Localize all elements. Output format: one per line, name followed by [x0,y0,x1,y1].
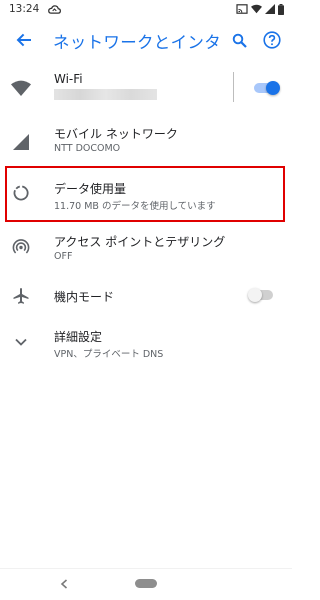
search-icon [232,33,247,48]
search-button[interactable] [227,28,251,52]
divider [233,72,234,102]
help-icon [263,31,281,49]
settings-item-title: Wi-Fi [54,72,83,86]
settings-item-subtitle: OFF [54,251,73,262]
wifi-network-name-redacted [54,89,157,100]
settings-item-title: アクセス ポイントとテザリング [54,235,226,249]
settings-item-advanced[interactable]: 詳細設定 VPN、プライベート DNS [0,318,292,368]
cast-icon [236,4,248,14]
signal-icon [10,131,32,153]
nav-back-icon [60,579,68,589]
status-bar: 13:24 [0,0,292,18]
settings-item-hotspot[interactable]: アクセス ポイントとテザリング OFF [0,222,292,272]
help-button[interactable] [260,28,284,52]
app-bar: ネットワークとインターネット [0,18,292,62]
wifi-icon [10,77,32,99]
settings-item-title: 機内モード [54,290,115,304]
settings-item-title: 詳細設定 [54,330,103,344]
highlight-box [5,166,285,222]
airplane-icon [10,285,32,307]
nav-back-button[interactable] [58,577,70,591]
back-button[interactable] [12,28,36,52]
hotspot-icon [10,236,32,258]
wifi-toggle[interactable] [254,81,280,95]
back-arrow-icon [16,33,31,47]
navigation-bar [0,568,292,600]
battery-icon [278,3,284,15]
signal-icon [265,4,275,14]
settings-item-title: モバイル ネットワーク [54,127,178,141]
cloud-icon [48,4,62,14]
status-time: 13:24 [9,3,40,15]
settings-item-subtitle: VPN、プライベート DNS [54,349,164,360]
nav-home-pill[interactable] [135,579,157,588]
chevron-down-icon [10,331,32,353]
settings-item-subtitle: NTT DOCOMO [54,143,121,154]
page-title: ネットワークとインターネット [53,33,221,52]
airplane-mode-toggle[interactable] [248,288,273,302]
settings-item-mobile-network[interactable]: モバイル ネットワーク NTT DOCOMO [0,116,292,166]
wifi-status-icon [251,4,262,14]
